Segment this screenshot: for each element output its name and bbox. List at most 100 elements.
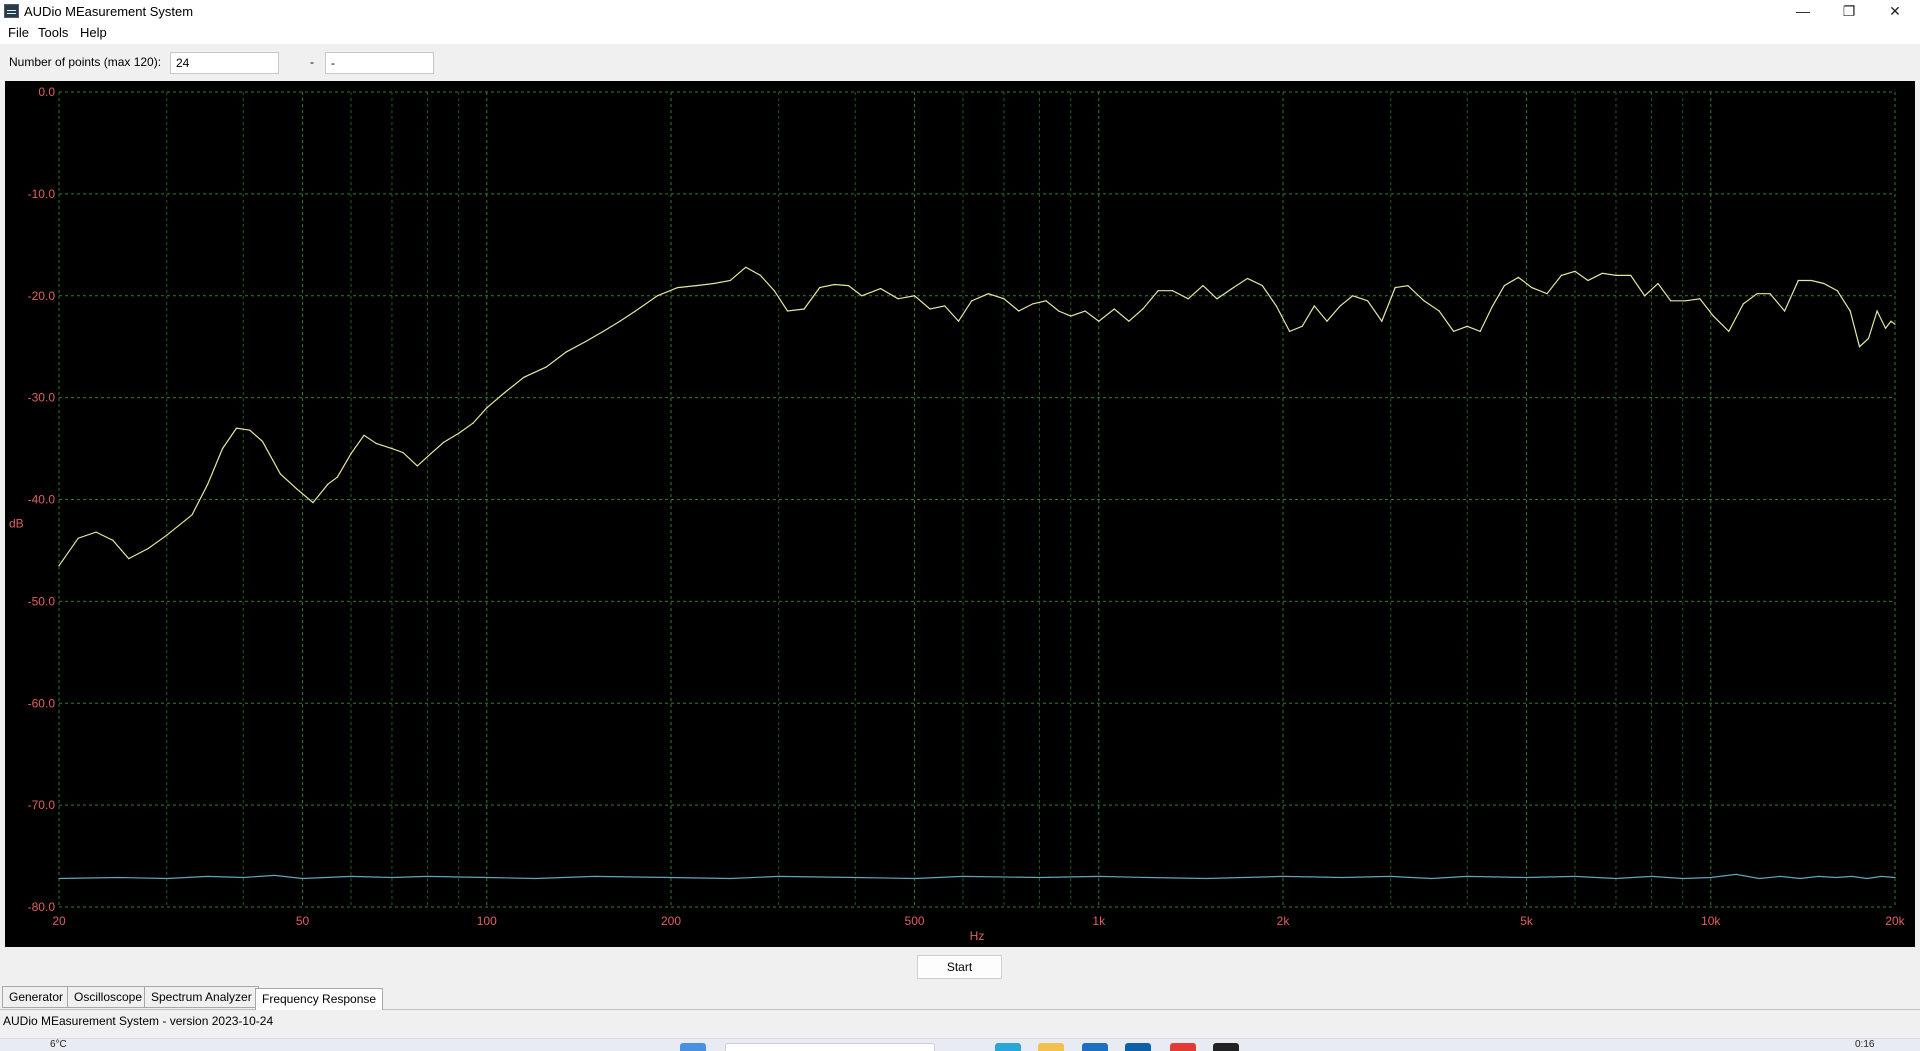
tab-spectrum-analyzer[interactable]: Spectrum Analyzer — [144, 986, 259, 1008]
series-point-response — [957, 320, 960, 322]
series-point-noise-floor — [1341, 876, 1343, 879]
series-point-response — [1032, 303, 1034, 305]
points-label: Number of points (max 120): — [9, 55, 162, 69]
series-point-response — [147, 547, 150, 549]
x-tick-label: 20k — [1885, 914, 1905, 928]
series-point-response — [128, 557, 130, 560]
start-button[interactable]: Start — [917, 955, 1002, 979]
series-point-noise-floor — [1835, 876, 1837, 879]
series-point-response — [191, 514, 193, 516]
settings-toolbar: Number of points (max 120): 24 - - — [0, 44, 1920, 80]
series-point-response — [897, 298, 899, 300]
series-point-noise-floor — [207, 875, 209, 878]
series-point-response — [375, 442, 377, 445]
series-point-noise-floor — [58, 877, 60, 880]
series-point-response — [987, 293, 989, 295]
plot-svg: 0.0 -10.0 -20.0 -30.0 -40.0 -50.0 -60.0 -70.0 -8… — [9, 85, 1906, 943]
audio-app-taskbar-icon[interactable] — [1213, 1043, 1239, 1051]
series-point-response — [350, 453, 352, 455]
series-point-response — [1339, 305, 1341, 307]
store-icon[interactable] — [1082, 1043, 1108, 1051]
restore-button[interactable]: ❐ — [1826, 0, 1872, 22]
y-axis-label: dB — [9, 517, 24, 531]
series-point-response — [58, 565, 60, 567]
menu-file[interactable]: File — [8, 25, 29, 40]
series-point-noise-floor — [1817, 875, 1820, 878]
tab-generator[interactable]: Generator — [2, 986, 71, 1008]
series-point-response — [249, 429, 251, 431]
mail-icon[interactable] — [1125, 1043, 1151, 1051]
series-point-response — [1685, 300, 1687, 302]
series-point-noise-floor — [1894, 876, 1896, 879]
series-point-response — [619, 320, 621, 322]
series-point-response — [296, 488, 298, 490]
series-point-response — [1890, 320, 1892, 322]
series-point-noise-floor — [1038, 876, 1041, 879]
series-point-response — [1756, 293, 1758, 295]
series-point-response — [786, 310, 789, 312]
edge-icon[interactable] — [995, 1043, 1021, 1051]
series-point-response — [402, 452, 404, 454]
series-point-noise-floor — [1574, 875, 1576, 878]
x-tick-label: 100 — [477, 914, 497, 928]
series-point-response — [391, 447, 393, 450]
series-point-response — [1849, 310, 1851, 312]
menu-help[interactable]: Help — [80, 25, 107, 40]
series-point-response — [695, 284, 697, 287]
frequency-response-plot[interactable]: 0.0 -10.0 -20.0 -30.0 -40.0 -50.0 -60.0 -70.0 -8… — [5, 81, 1915, 947]
x-axis-label: Hz — [970, 929, 985, 943]
search-icon[interactable] — [725, 1043, 935, 1051]
series-point-response — [1546, 293, 1548, 295]
y-tick-label: -60.0 — [28, 696, 56, 710]
series-point-response — [1466, 325, 1468, 327]
series-point-noise-floor — [1710, 876, 1712, 879]
tab-strip: Generator Oscilloscope Spectrum Analyzer… — [0, 986, 1920, 1010]
tab-frequency-response[interactable]: Frequency Response — [255, 988, 384, 1010]
series-point-response — [759, 274, 762, 276]
series-point-noise-floor — [1758, 877, 1760, 880]
series-point-response — [430, 453, 432, 455]
y-tick-label: -40.0 — [28, 493, 56, 507]
series-point-response — [1288, 330, 1291, 333]
second-input[interactable]: - — [325, 52, 434, 74]
series-point-response — [676, 287, 679, 289]
series-point-response — [166, 534, 168, 536]
x-tick-label: 200 — [661, 914, 681, 928]
tab-oscilloscope[interactable]: Oscilloscope — [67, 986, 150, 1008]
series-point-noise-floor — [391, 876, 393, 879]
series-point-response — [1797, 279, 1799, 282]
series-point-noise-floor — [350, 875, 352, 878]
series-point-noise-floor — [1146, 876, 1148, 879]
series-point-response — [713, 282, 715, 285]
series-point-response — [112, 539, 114, 541]
series-point-response — [1352, 295, 1354, 297]
series-point-noise-floor — [962, 875, 964, 878]
series-point-response — [1058, 310, 1060, 312]
minimize-button[interactable]: — — [1780, 0, 1826, 22]
windows-start-icon[interactable] — [680, 1043, 706, 1051]
series-point-noise-floor — [1615, 877, 1617, 880]
points-input[interactable]: 24 — [170, 52, 279, 74]
series-point-response — [1712, 315, 1715, 317]
weather-text: 6°C — [50, 1039, 67, 1050]
series-point-response — [312, 501, 314, 504]
series-point-response — [416, 465, 418, 467]
series-point-response — [634, 310, 637, 312]
series-point-response — [77, 537, 79, 539]
series-point-response — [1246, 277, 1249, 280]
pdf-reader-icon[interactable] — [1170, 1043, 1196, 1051]
series-point-response — [1587, 279, 1589, 282]
series-point-response — [1836, 290, 1838, 292]
app-icon — [4, 4, 19, 18]
series-point-response — [1045, 300, 1047, 302]
series-point-response — [1699, 298, 1701, 300]
series-point-response — [545, 366, 547, 368]
series-point-response — [1084, 310, 1086, 312]
close-button[interactable]: ✕ — [1872, 0, 1918, 22]
series-point-noise-floor — [1525, 876, 1528, 879]
folder-icon[interactable] — [1038, 1043, 1064, 1051]
menu-tools[interactable]: Tools — [38, 25, 68, 40]
series-point-response — [1407, 284, 1409, 287]
series-point-response — [472, 422, 474, 424]
series-point-response — [1275, 305, 1277, 307]
